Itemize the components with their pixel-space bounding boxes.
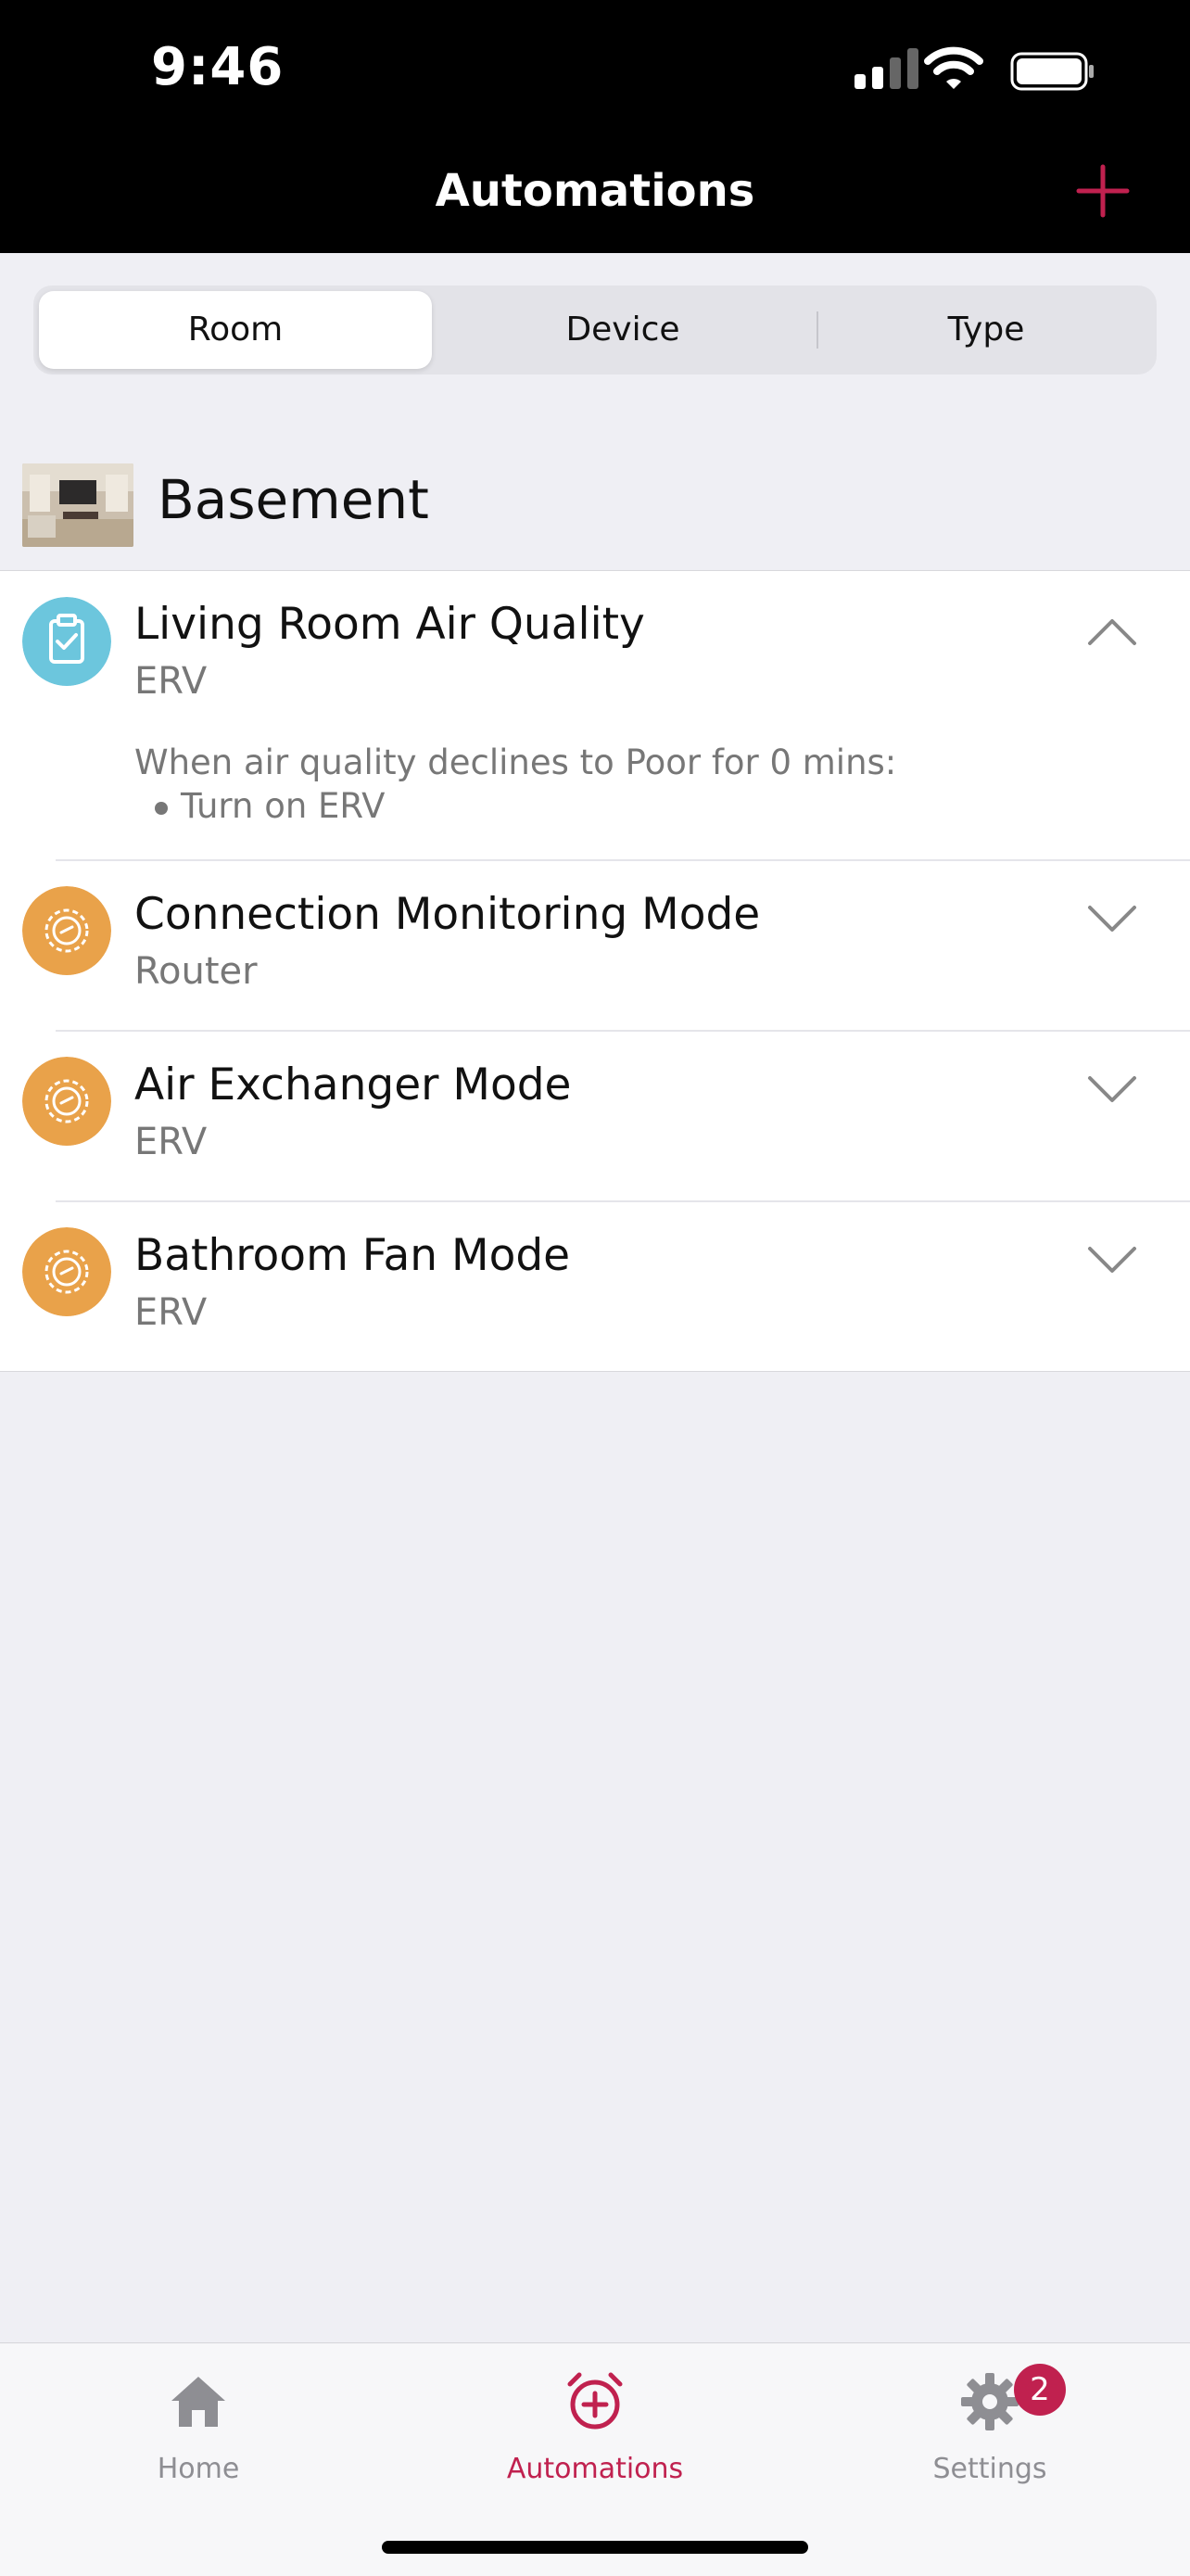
segment-room[interactable]: Room bbox=[39, 291, 432, 369]
segment-device[interactable]: Device bbox=[432, 291, 814, 369]
notification-badge: 2 bbox=[1014, 2364, 1066, 2416]
gear-icon bbox=[22, 1057, 111, 1146]
tab-label: Settings bbox=[932, 2453, 1047, 2485]
segment-divider bbox=[817, 311, 818, 349]
automation-item-bathroom-fan-mode[interactable]: Bathroom Fan Mode ERV bbox=[0, 1202, 1190, 1371]
tab-automations[interactable]: Automations bbox=[456, 2369, 734, 2485]
automation-device: Router bbox=[134, 950, 258, 993]
status-time: 9:46 bbox=[151, 37, 285, 97]
automation-device: ERV bbox=[134, 1121, 208, 1163]
automation-name: Living Room Air Quality bbox=[134, 599, 645, 650]
bullet bbox=[155, 801, 168, 815]
tab-home[interactable]: Home bbox=[59, 2369, 337, 2485]
automation-name: Bathroom Fan Mode bbox=[134, 1230, 571, 1281]
automation-device: ERV bbox=[134, 1291, 208, 1334]
automation-name: Air Exchanger Mode bbox=[134, 1060, 572, 1110]
chevron-down-icon[interactable] bbox=[1086, 1241, 1138, 1278]
room-name: Basement bbox=[158, 468, 429, 531]
room-photo bbox=[22, 463, 133, 547]
chevron-down-icon[interactable] bbox=[1086, 900, 1138, 937]
battery-icon bbox=[1010, 52, 1094, 91]
home-indicator bbox=[382, 2541, 808, 2554]
automation-item-air-exchanger-mode[interactable]: Air Exchanger Mode ERV bbox=[0, 1032, 1190, 1202]
tab-label: Automations bbox=[506, 2453, 684, 2485]
wifi-icon bbox=[924, 46, 983, 89]
gear-icon bbox=[22, 886, 111, 975]
automation-item-living-room-air-quality[interactable]: Living Room Air Quality ERV When air qua… bbox=[0, 571, 1190, 861]
automation-device: ERV bbox=[134, 660, 208, 703]
automation-condition: When air quality declines to Poor for 0 … bbox=[134, 742, 897, 782]
segment-type[interactable]: Type bbox=[819, 291, 1153, 369]
automation-item-connection-monitoring-mode[interactable]: Connection Monitoring Mode Router bbox=[0, 861, 1190, 1032]
clipboard-check-icon bbox=[22, 597, 111, 686]
automations-list: Living Room Air Quality ERV When air qua… bbox=[0, 570, 1190, 1372]
gear-icon bbox=[961, 2373, 1019, 2430]
chevron-up-icon[interactable] bbox=[1086, 614, 1138, 651]
tab-label: Home bbox=[157, 2453, 240, 2485]
cellular-signal-icon bbox=[855, 48, 918, 89]
alarm-plus-icon bbox=[567, 2372, 623, 2430]
house-icon bbox=[171, 2377, 225, 2427]
grouping-segmented-control: Room Device Type bbox=[33, 286, 1157, 374]
page-title: Automations bbox=[435, 165, 755, 217]
automation-name: Connection Monitoring Mode bbox=[134, 889, 761, 940]
tab-settings[interactable]: Settings 2 bbox=[851, 2364, 1129, 2485]
gear-icon bbox=[22, 1227, 111, 1316]
plus-icon[interactable] bbox=[1075, 163, 1131, 219]
navigation-bar: 9:46 Automations bbox=[0, 0, 1190, 253]
chevron-down-icon[interactable] bbox=[1086, 1071, 1138, 1108]
automation-action: Turn on ERV bbox=[155, 786, 385, 826]
action-text: Turn on ERV bbox=[181, 786, 386, 826]
